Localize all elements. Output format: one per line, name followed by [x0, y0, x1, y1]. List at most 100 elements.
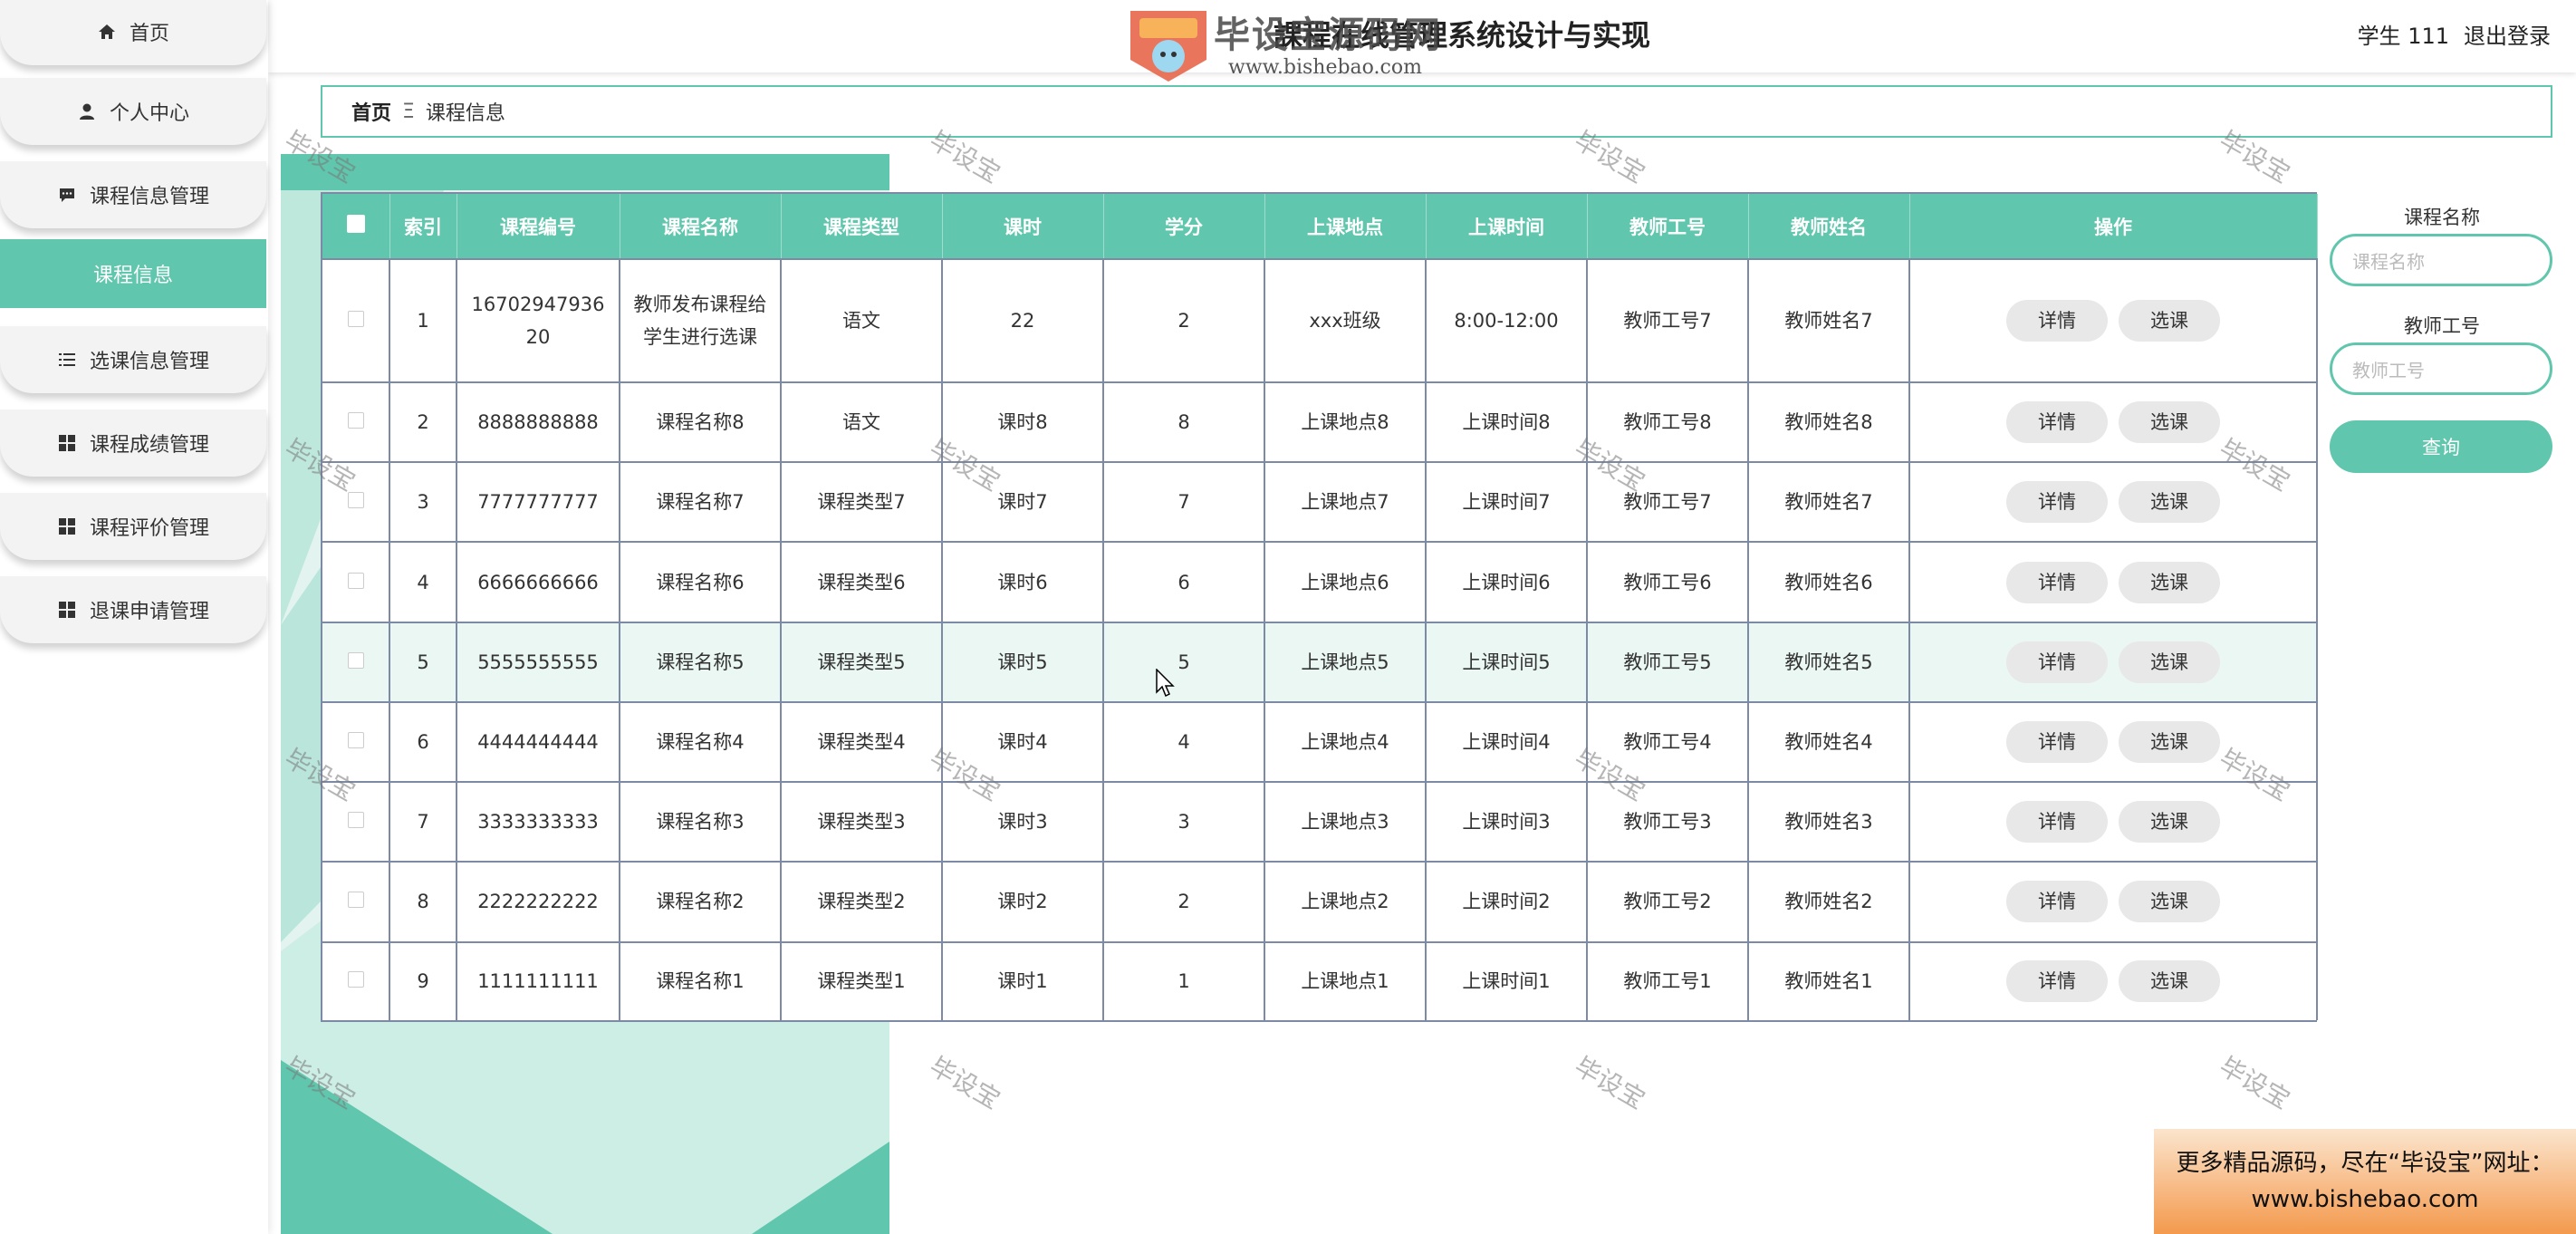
select-course-button[interactable]: 选课	[2119, 561, 2220, 603]
select-course-button[interactable]: 选课	[2119, 300, 2220, 342]
table-cell: 课程类型7	[781, 461, 943, 543]
sidebar-item-course-info[interactable]: 课程信息	[0, 239, 266, 308]
sidebar-item-profile[interactable]: 个人中心	[0, 78, 266, 145]
table-cell: 课程名称4	[620, 700, 782, 783]
teacher-id-input[interactable]: 教师工号	[2330, 342, 2552, 395]
row-checkbox[interactable]	[347, 892, 364, 909]
table-cell: 上课时间5	[1426, 621, 1588, 702]
detail-button[interactable]: 详情	[2006, 881, 2108, 923]
select-course-button[interactable]: 选课	[2119, 641, 2220, 683]
row-checkbox[interactable]	[347, 412, 364, 429]
column-header: 课程类型	[781, 194, 943, 259]
breadcrumb-home[interactable]: 首页	[351, 97, 391, 126]
table-cell: 课程名称6	[620, 541, 782, 622]
row-select-cell[interactable]	[322, 861, 390, 942]
table-row[interactable]: 3 7777777777 课程名称7 课程类型7 课时7 7 上课地点7 上课时间7 教师工号7…	[322, 461, 2318, 543]
row-select-cell[interactable]	[322, 700, 390, 783]
column-header: 学分	[1103, 194, 1265, 259]
teacher-id-label: 教师工号	[2404, 315, 2480, 337]
table-row[interactable]: 1 1670294793620 教师发布课程给学生进行选课 语文 22 2 xxx班级 8:0…	[322, 257, 2318, 383]
sidebar-item-grades[interactable]: 课程成绩管理	[0, 410, 266, 477]
table-cell: 教师姓名3	[1748, 781, 1910, 863]
table-row[interactable]: 6 4444444444 课程名称4 课程类型4 课时4 4 上课地点4 上课时间4 教师工号4…	[322, 700, 2318, 783]
detail-button[interactable]: 详情	[2006, 801, 2108, 844]
sidebar-item-course-selection[interactable]: 选课信息管理	[0, 326, 266, 393]
row-select-cell[interactable]	[322, 781, 390, 863]
row-select-cell[interactable]	[322, 541, 390, 622]
sidebar-item-course-info-manage[interactable]: 课程信息管理	[0, 161, 266, 228]
breadcrumb-current: 课程信息	[425, 102, 505, 125]
row-actions: 详情 选课	[1909, 781, 2318, 863]
grid-icon	[57, 600, 77, 620]
select-all-checkbox[interactable]	[346, 215, 365, 233]
select-course-button[interactable]: 选课	[2119, 721, 2220, 763]
sidebar-item-drop-request[interactable]: 退课申请管理	[0, 576, 266, 643]
sidebar-item-evaluation[interactable]: 课程评价管理	[0, 493, 266, 560]
row-actions: 详情 选课	[1909, 940, 2318, 1020]
select-course-button[interactable]: 选课	[2119, 801, 2220, 844]
row-select-cell[interactable]	[322, 381, 390, 463]
row-checkbox[interactable]	[347, 572, 364, 589]
table-cell: 课时1	[942, 940, 1104, 1020]
select-course-button[interactable]: 选课	[2119, 401, 2220, 444]
sidebar-item-label: 课程评价管理	[89, 517, 209, 540]
sidebar-item-label: 课程信息	[92, 265, 173, 287]
table-row[interactable]: 9 1111111111 课程名称1 课程类型1 课时1 1 上课地点1 上课时间1 教师工号1…	[322, 940, 2318, 1020]
table-cell: 4	[389, 541, 457, 622]
table-cell: 4	[1103, 700, 1265, 783]
row-select-cell[interactable]	[322, 940, 390, 1020]
table-cell: 8	[1103, 381, 1265, 463]
table-cell: 课程名称3	[620, 781, 782, 863]
table-row[interactable]: 2 8888888888 课程名称8 语文 课时8 8 上课地点8 上课时间8 教师工号8 教师姓…	[322, 381, 2318, 463]
row-select-cell[interactable]	[322, 621, 390, 702]
course-name-label: 课程名称	[2404, 207, 2480, 228]
mouse-cursor-icon	[1156, 668, 1176, 701]
table-row[interactable]: 5 5555555555 课程名称5 课程类型5 课时5 5 上课地点5 上课时间5 教师工号5…	[322, 621, 2318, 702]
detail-button[interactable]: 详情	[2006, 401, 2108, 444]
logout-link[interactable]: 退出登录	[2464, 18, 2551, 50]
table-cell: 上课时间8	[1426, 381, 1588, 463]
select-all-header[interactable]	[322, 194, 390, 259]
course-name-input[interactable]: 课程名称	[2330, 234, 2552, 286]
row-actions: 详情 选课	[1909, 621, 2318, 702]
detail-button[interactable]: 详情	[2006, 641, 2108, 683]
table-cell: 课程类型1	[781, 940, 943, 1020]
table-cell: 教师工号7	[1587, 461, 1749, 543]
select-course-button[interactable]: 选课	[2119, 881, 2220, 923]
row-checkbox[interactable]	[347, 492, 364, 509]
table-cell: 教师姓名1	[1748, 940, 1910, 1020]
table-cell: 教师工号4	[1587, 700, 1749, 783]
corner-ad-banner[interactable]: 更多精品源码，尽在“毕设宝”网址： www.bishebao.com	[2154, 1129, 2576, 1234]
detail-button[interactable]: 详情	[2006, 300, 2108, 342]
table-cell: 课程名称5	[620, 621, 782, 702]
table-cell: 教师发布课程给学生进行选课	[620, 257, 782, 383]
row-checkbox[interactable]	[347, 971, 364, 988]
table-cell: 教师工号3	[1587, 781, 1749, 863]
row-checkbox[interactable]	[347, 732, 364, 748]
table-cell: 课时4	[942, 700, 1104, 783]
detail-button[interactable]: 详情	[2006, 561, 2108, 603]
detail-button[interactable]: 详情	[2006, 481, 2108, 524]
table-cell: 4444444444	[457, 700, 620, 783]
query-button[interactable]: 查询	[2330, 420, 2552, 473]
sidebar-item-home[interactable]: 首页	[0, 0, 266, 65]
row-checkbox[interactable]	[347, 311, 364, 327]
table-row[interactable]: 8 2222222222 课程名称2 课程类型2 课时2 2 上课地点2 上课时间2 教师工号2…	[322, 861, 2318, 942]
row-checkbox[interactable]	[347, 812, 364, 829]
select-course-button[interactable]: 选课	[2119, 960, 2220, 1003]
detail-button[interactable]: 详情	[2006, 960, 2108, 1003]
table-row[interactable]: 4 6666666666 课程名称6 课程类型6 课时6 6 上课地点6 上课时间6 教师工号6…	[322, 541, 2318, 622]
list-icon	[57, 350, 77, 370]
row-select-cell[interactable]	[322, 461, 390, 543]
table-cell: 课时8	[942, 381, 1104, 463]
select-course-button[interactable]: 选课	[2119, 481, 2220, 524]
table-cell: 上课时间2	[1426, 861, 1588, 942]
grid-icon	[57, 433, 77, 453]
ad-line-1: 更多精品源码，尽在“毕设宝”网址：	[2176, 1150, 2554, 1177]
table-cell: 上课地点7	[1264, 461, 1427, 543]
row-checkbox[interactable]	[347, 651, 364, 669]
detail-button[interactable]: 详情	[2006, 721, 2108, 763]
row-select-cell[interactable]	[322, 257, 390, 383]
table-row[interactable]: 7 3333333333 课程名称3 课程类型3 课时3 3 上课地点3 上课时间3 教师工号3…	[322, 781, 2318, 863]
column-header: 课时	[942, 194, 1104, 259]
